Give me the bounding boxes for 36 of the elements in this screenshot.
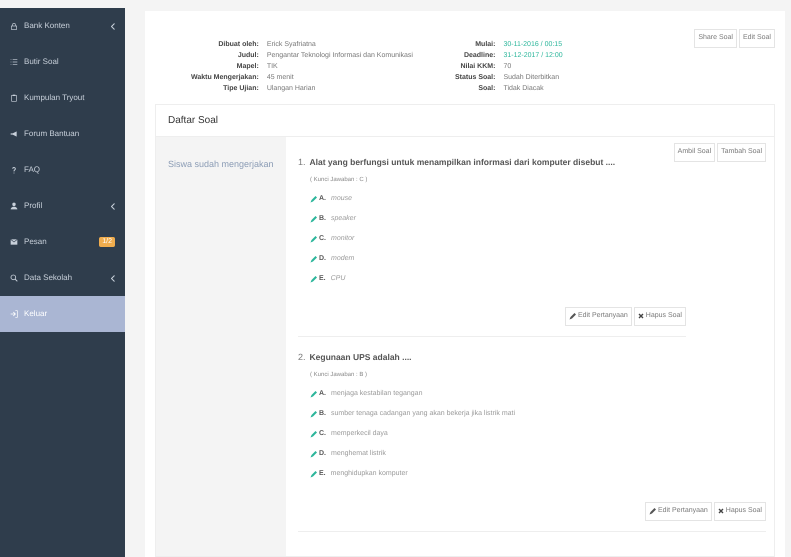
pencil-icon [310,430,317,438]
students-link[interactable]: Siswa sudah mengerjakan [168,159,274,169]
pencil-icon [310,450,317,458]
pencil-icon [310,236,317,242]
pencil-icon [310,216,317,222]
question-text: Kegunaan UPS adalah .... [310,350,412,364]
lock-icon [10,22,18,30]
question-mark-icon [10,166,18,174]
search-icon [10,274,18,282]
user-icon [10,202,18,210]
sidebar-item[interactable]: FAQ [0,152,125,188]
question-number: 2. [298,350,306,364]
pencil-icon [310,410,317,418]
close-icon [638,313,644,320]
pencil-icon [568,312,576,320]
sidebar-item[interactable]: Forum Bantuan [0,116,125,152]
sign-out-icon [10,310,18,318]
list-icon [10,58,18,66]
pencil-icon [310,196,317,202]
question-number: 1. [298,156,306,168]
pencil-icon [310,390,317,398]
pencil-icon [310,470,317,478]
pencil-icon [310,256,317,262]
pencil-icon [310,276,317,282]
megaphone-icon [10,130,18,138]
close-icon [718,508,724,514]
clipboard-icon [10,94,18,102]
question-text: Alat yang berfungsi untuk menampilkan informasi dari komputer disebut .... [310,156,616,168]
sidebar-item[interactable]: Bank Konten [0,8,125,44]
sidebar-item[interactable]: Kumpulan Tryout [0,80,125,116]
sidebar-item[interactable]: Butir Soal [0,44,125,80]
sidebar-item[interactable]: Profil [0,188,125,224]
envelope-icon [10,238,18,246]
panel-title: Daftar Soal [168,114,218,128]
pencil-icon [648,508,656,515]
sidebar-item[interactable]: Data Sekolah [0,260,125,296]
